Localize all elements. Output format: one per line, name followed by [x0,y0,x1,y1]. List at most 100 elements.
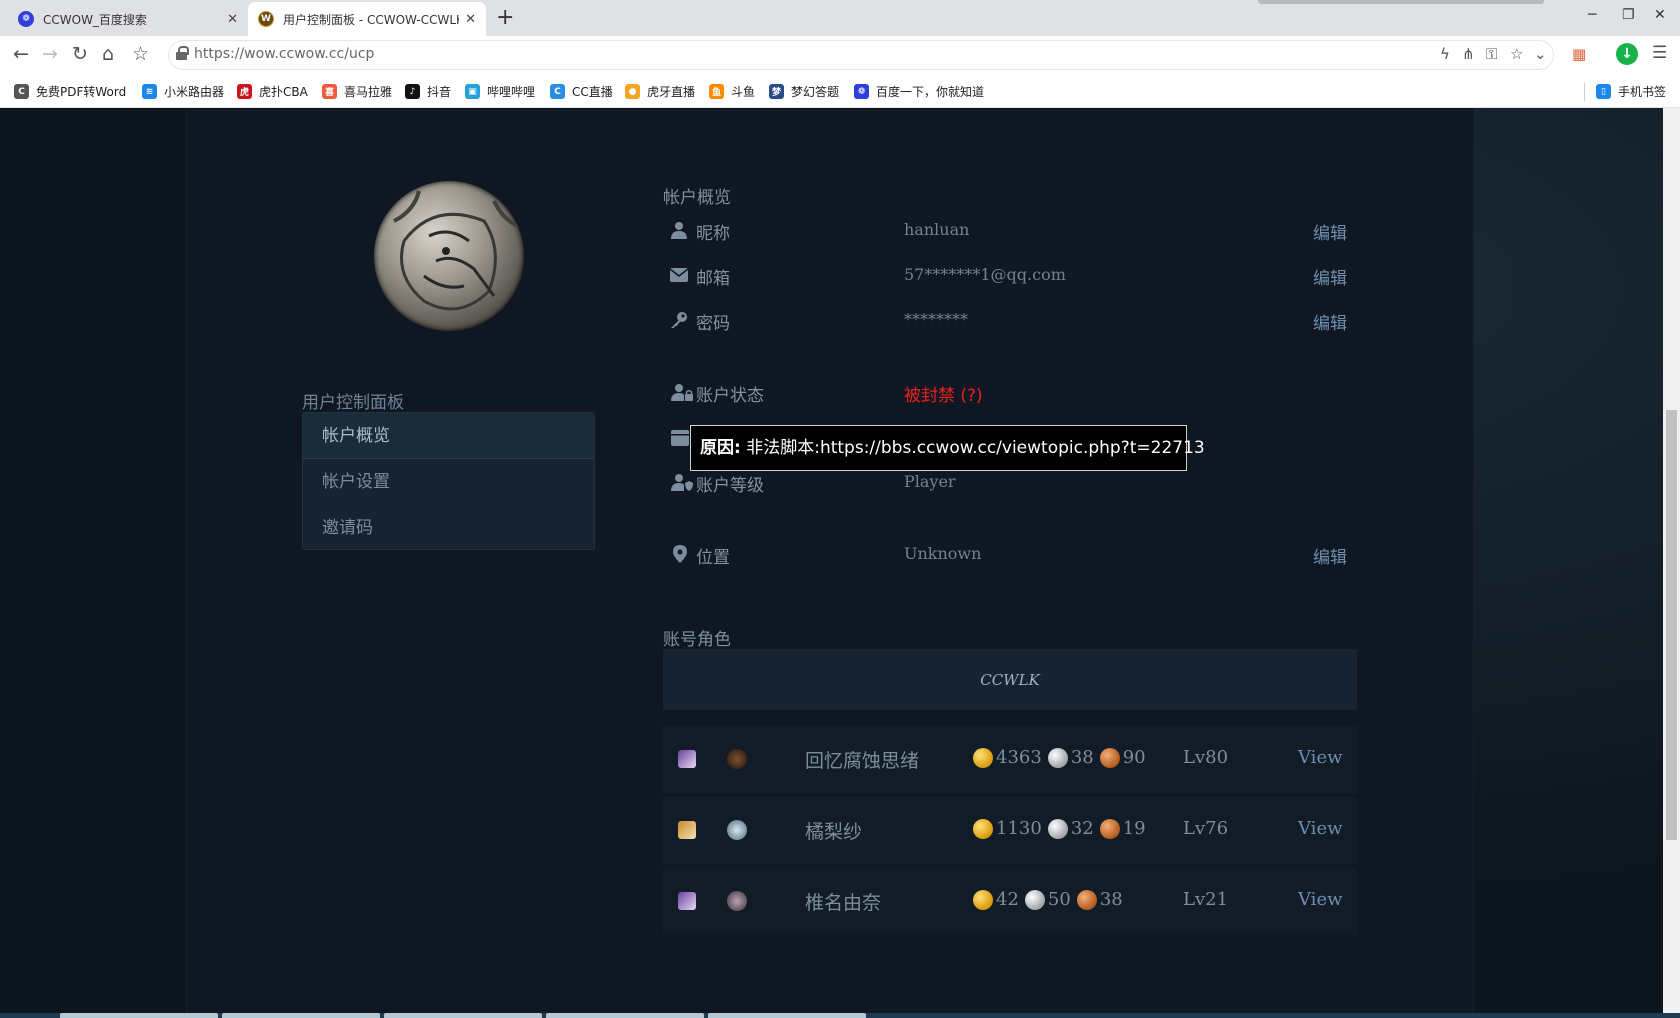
nickname-value: hanluan [904,220,970,239]
lightning-icon[interactable]: ϟ [1440,45,1450,63]
sidebar-item-invite-code[interactable]: 邀请码 [303,505,594,551]
browser-tab-bar: ❁ CCWOW_百度搜索 ✕ W 用户控制面板 - CCWOW-CCWLK ✕ … [0,0,1680,36]
edit-nickname-button[interactable]: 编辑 [1313,219,1347,244]
edit-password-button[interactable]: 编辑 [1313,309,1347,334]
dream-quiz-icon: 梦 [769,84,784,99]
tab-close-icon[interactable]: ✕ [465,12,476,27]
chevron-down-icon[interactable]: ⌄ [1534,45,1547,63]
sidebar-title: 用户控制面板 [302,393,404,413]
gold-amount: 42 [996,889,1019,910]
window-close-icon[interactable]: ✕ [1654,7,1666,23]
url-text[interactable]: https://wow.ccwow.cc/ucp [194,46,374,62]
taskbar-button[interactable] [384,1013,542,1018]
race-icon [678,750,696,768]
forward-icon[interactable]: → [42,43,58,65]
tab-title: 用户控制面板 - CCWOW-CCWLK [283,12,460,27]
map-pin-icon [673,545,687,563]
taskbar-button[interactable] [546,1013,704,1018]
password-label: 密码 [696,314,730,334]
taskbar-button[interactable] [222,1013,380,1018]
restore-icon[interactable]: ❐ [1622,7,1635,23]
view-character-link[interactable]: View [1298,747,1343,768]
edit-email-button[interactable]: 编辑 [1313,264,1347,289]
gold-coin-icon [973,889,993,910]
view-character-link[interactable]: View [1298,818,1343,839]
account-level-value: Player [904,472,956,491]
class-icon [727,820,747,840]
character-money: 4363 38 90 [967,747,1146,768]
bookmark-douyin[interactable]: ♪ 抖音 [405,83,451,100]
envelope-icon [670,268,688,282]
tab-baidu-search[interactable]: ❁ CCWOW_百度搜索 ✕ [8,2,248,36]
wow-logo-icon: W [258,11,274,27]
taskbar-button[interactable] [60,1013,218,1018]
view-character-link[interactable]: View [1298,889,1343,910]
character-row: 回忆腐蚀思绪 4363 38 90 Lv80 View [663,726,1357,793]
menu-icon[interactable]: ☰ [1652,43,1667,63]
silver-coin-icon [1024,889,1045,910]
bookmark-cc-live[interactable]: C CC直播 [550,83,613,100]
bookmark-label: 小米路由器 [164,85,225,99]
copper-amount: 19 [1122,818,1146,839]
hupu-icon: 虎 [237,84,252,99]
download-icon[interactable]: ↓ [1616,43,1638,65]
bookmark-douyu[interactable]: 鱼斗鱼 [709,83,755,100]
favorite-icon[interactable]: ☆ [1510,45,1523,63]
key-icon[interactable]: ⚿ [1486,45,1497,63]
cc-live-icon: C [550,84,565,99]
bookmark-baidu[interactable]: ❁ 百度一下，你就知道 [854,83,984,100]
calendar-icon [671,430,689,446]
bookmark-mobile[interactable]: ▯ 手机书签 [1596,83,1666,100]
sidebar-menu: 帐户概览 帐户设置 邀请码 [302,412,595,550]
ximalaya-icon: 喜 [322,84,337,99]
taskbar-button[interactable] [708,1013,866,1018]
douyin-icon: ♪ [405,84,420,99]
back-icon[interactable]: ← [13,43,29,65]
sidebar-item-settings[interactable]: 帐户设置 [303,459,594,505]
account-level-label: 账户等级 [696,476,764,496]
avatar-portrait [393,190,520,311]
bookmark-label: 哔哩哔哩 [487,85,536,99]
home-icon[interactable]: ⌂ [102,43,114,65]
reload-icon[interactable]: ↻ [72,43,88,65]
character-row: 椎名由奈 42 50 38 Lv21 View [663,868,1357,935]
baidu-paw-icon: ❁ [854,84,869,99]
sidebar-item-overview[interactable]: 帐户概览 [303,413,594,459]
url-bar[interactable] [168,40,1554,70]
bookmark-bilibili[interactable]: ▣ 哔哩哔哩 [465,83,535,100]
silver-amount: 32 [1070,818,1094,839]
apps-grid-icon[interactable]: ▦ [1572,45,1586,63]
user-lock-icon [671,384,693,401]
new-tab-icon[interactable]: + [496,5,514,30]
characters-title: 账号角色 [663,630,731,650]
gold-coin-icon [973,818,993,839]
minimize-icon[interactable]: ─ [1588,7,1596,23]
bookmark-pdf[interactable]: C 免费PDF转Word [14,83,126,100]
character-name: 椎名由奈 [805,892,882,914]
baidu-paw-icon: ❁ [18,11,34,27]
character-level: Lv21 [1183,889,1229,910]
bookmark-separator [1584,83,1585,101]
user-shield-icon [671,474,693,491]
tab-close-icon[interactable]: ✕ [227,12,238,27]
scrollbar-thumb[interactable] [1666,410,1677,840]
character-row: 橘梨纱 1130 32 19 Lv76 View [663,797,1357,864]
class-icon [727,891,747,911]
bookmark-huya[interactable]: ● 虎牙直播 [625,83,695,100]
account-status-value[interactable]: 被封禁 (?) [904,381,983,406]
user-icon [671,222,687,239]
bookmark-label: 虎扑CBA [259,85,308,99]
bookmark-ximalaya[interactable]: 喜喜马拉雅 [322,83,392,100]
bookmark-star-icon[interactable]: ☆ [132,43,149,65]
bookmark-label: 百度一下，你就知道 [876,85,985,99]
bookmark-hupu[interactable]: 虎虎扑CBA [237,83,308,100]
silver-amount: 38 [1070,747,1094,768]
bookmark-label: 手机书签 [1618,85,1667,99]
bookmark-mi-router[interactable]: ≋ 小米路由器 [142,83,224,100]
character-level: Lv76 [1183,818,1229,839]
share-icon[interactable]: ⋔ [1462,45,1475,63]
bookmark-dream-quiz[interactable]: 梦梦幻答题 [769,83,839,100]
edit-location-button[interactable]: 编辑 [1313,543,1347,568]
silver-amount: 50 [1047,889,1071,910]
tab-ucp[interactable]: W 用户控制面板 - CCWOW-CCWLK ✕ [248,2,486,36]
